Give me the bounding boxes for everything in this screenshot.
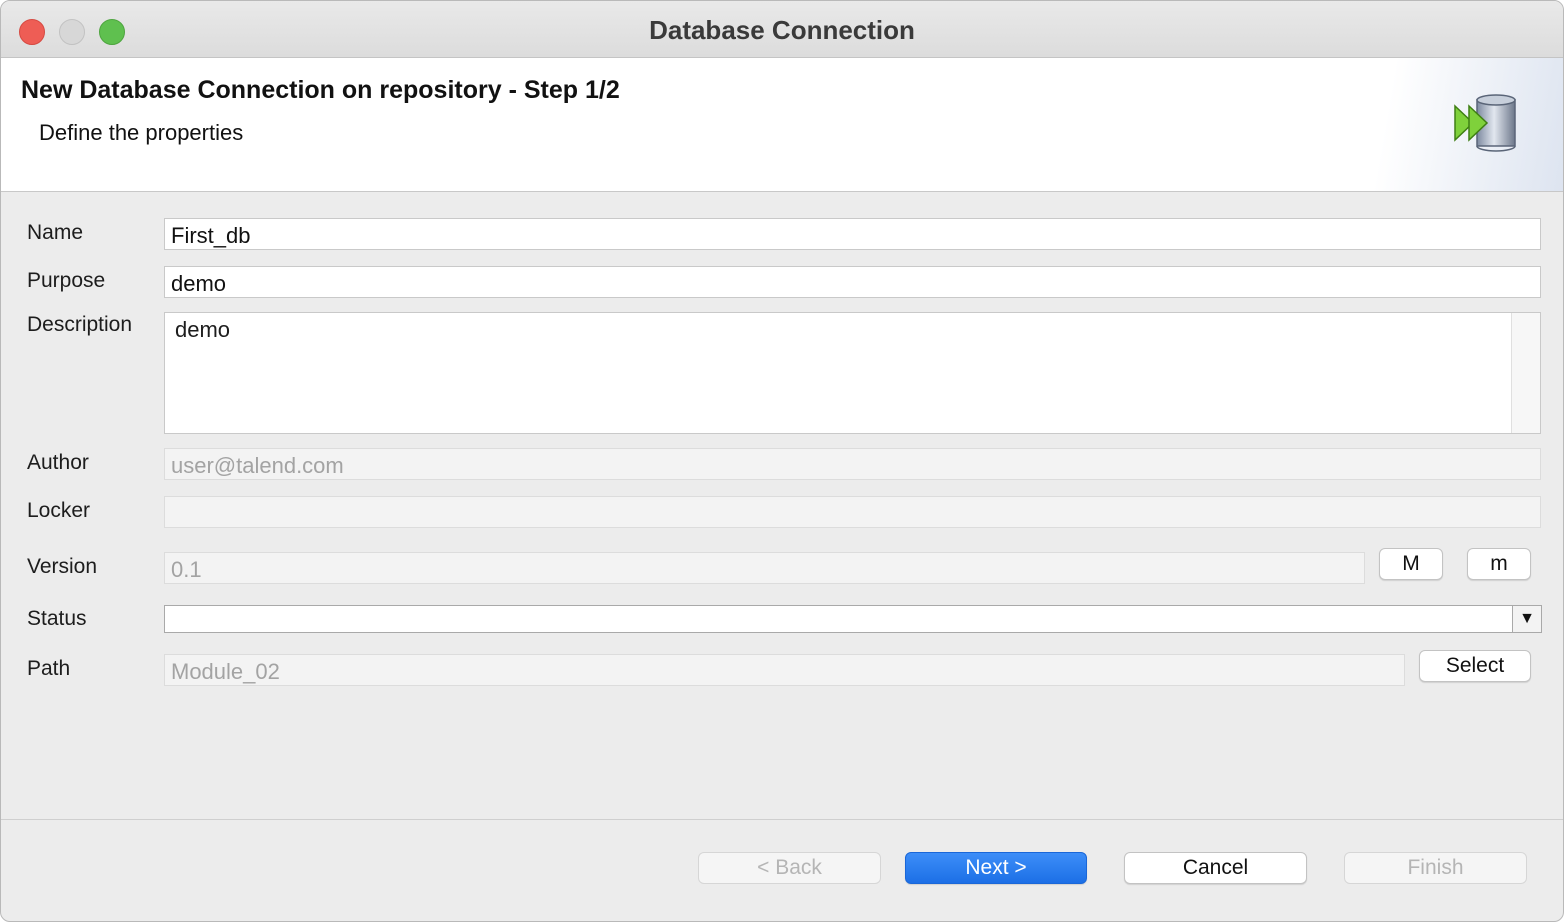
description-text: demo: [175, 317, 231, 342]
locker-input: [164, 496, 1541, 528]
version-input: 0.1: [164, 552, 1365, 584]
path-label: Path: [27, 657, 71, 680]
database-connection-icon: [1454, 94, 1516, 152]
wizard-subtitle: Define the properties: [39, 120, 244, 145]
description-label: Description: [27, 313, 133, 336]
dialog-window: Database Connection New Database Connect…: [0, 0, 1564, 922]
author-label: Author: [27, 451, 89, 474]
wizard-banner: New Database Connection on repository - …: [1, 58, 1563, 192]
path-select-button[interactable]: Select: [1419, 650, 1531, 682]
name-input[interactable]: First_db: [164, 218, 1541, 250]
footer-divider: [1, 819, 1563, 820]
status-label: Status: [27, 607, 87, 630]
back-button[interactable]: < Back: [698, 852, 881, 884]
major-version-button[interactable]: M: [1379, 548, 1443, 580]
status-select[interactable]: ▼: [164, 605, 1542, 633]
description-textarea[interactable]: demo: [164, 312, 1541, 434]
name-label: Name: [27, 221, 84, 244]
dropdown-arrow-icon[interactable]: ▼: [1512, 606, 1541, 632]
path-input: Module_02: [164, 654, 1405, 686]
author-input: user@talend.com: [164, 448, 1541, 480]
next-button[interactable]: Next >: [905, 852, 1087, 884]
finish-button[interactable]: Finish: [1344, 852, 1527, 884]
window-title: Database Connection: [649, 15, 915, 45]
version-label: Version: [27, 555, 98, 578]
minor-version-button[interactable]: m: [1467, 548, 1531, 580]
cancel-button[interactable]: Cancel: [1124, 852, 1307, 884]
title-bar: Database Connection: [1, 1, 1563, 58]
purpose-input[interactable]: demo: [164, 266, 1541, 298]
purpose-label: Purpose: [27, 269, 106, 292]
wizard-title: New Database Connection on repository - …: [21, 76, 620, 104]
locker-label: Locker: [27, 499, 91, 522]
description-scrollbar[interactable]: [1511, 313, 1540, 433]
